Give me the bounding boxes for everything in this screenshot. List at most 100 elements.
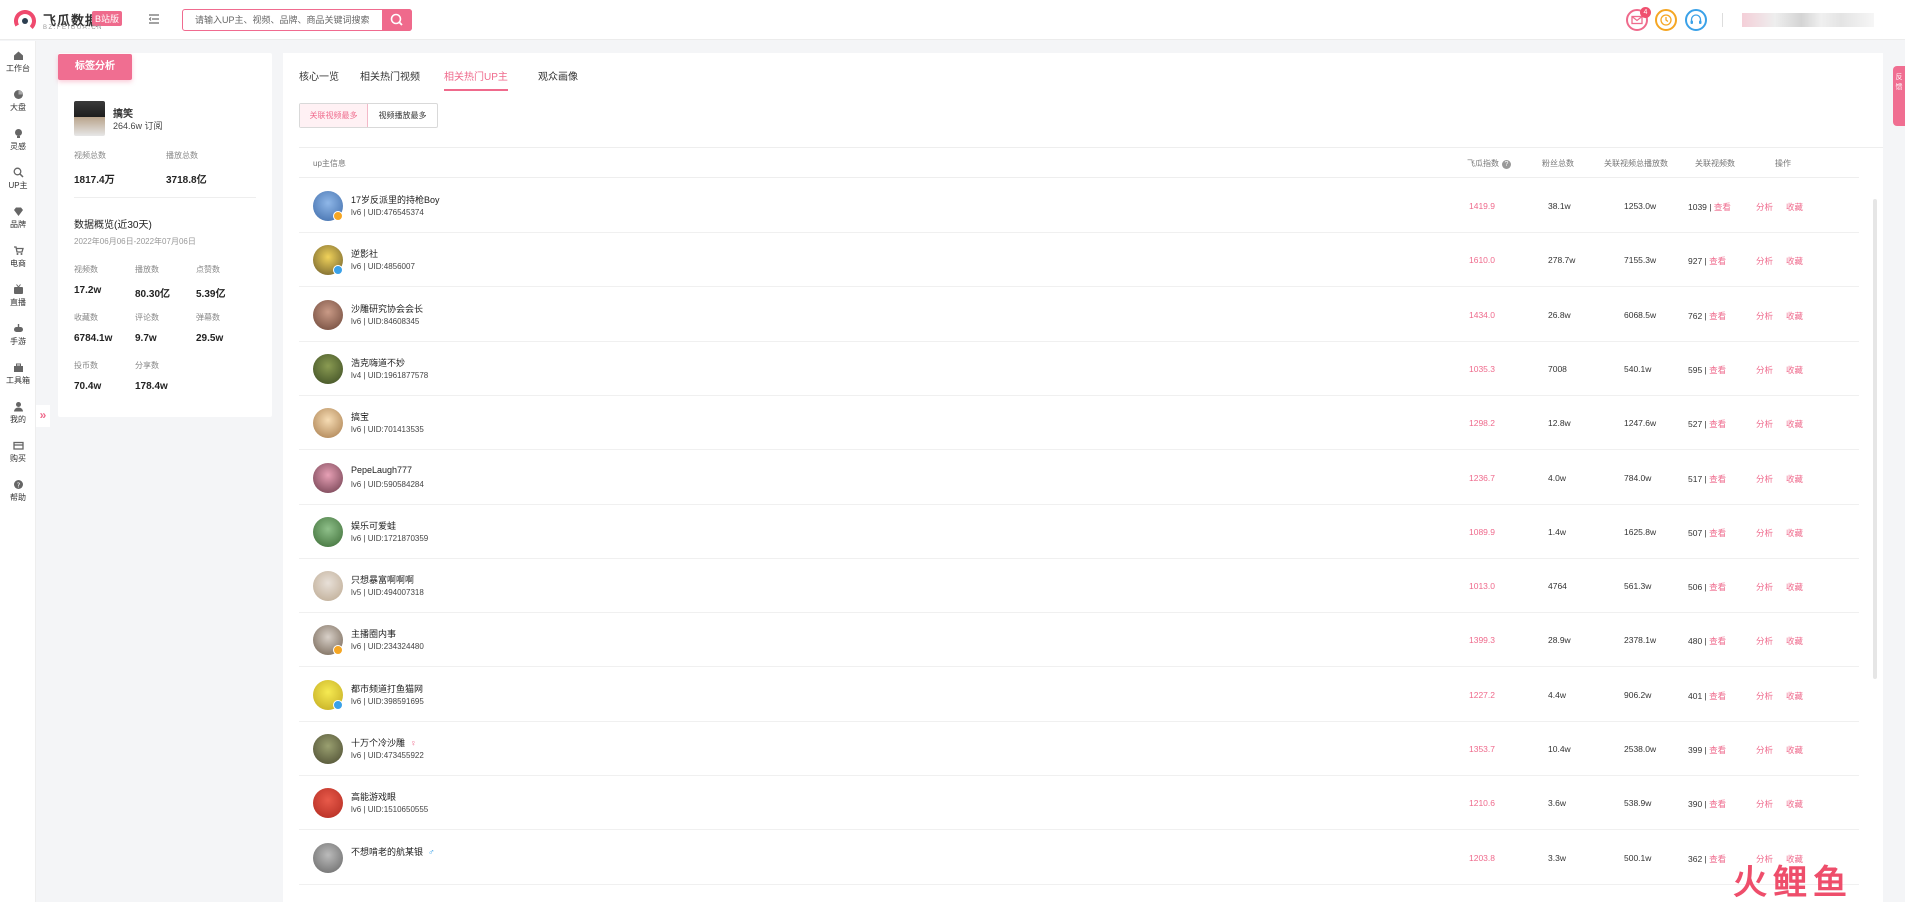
nav-item-mobile-games[interactable]: 手游 (0, 318, 36, 354)
analyze-link[interactable]: 分析 (1756, 581, 1773, 593)
table-row[interactable]: 只想暴富啊啊啊 lv5 | UID:494007318 1013.0 4764 561.… (299, 559, 1859, 614)
table-row[interactable]: 逆影社 lv6 | UID:4856007 1610.0 278.7w 7155.3w 9… (299, 233, 1859, 288)
user-account-blurred[interactable] (1742, 13, 1874, 27)
favorite-link[interactable]: 收藏 (1786, 473, 1803, 485)
feedback-tab[interactable]: 反馈 (1893, 66, 1905, 126)
up-name[interactable]: 逆影社 (351, 247, 378, 260)
favorite-link[interactable]: 收藏 (1786, 255, 1803, 267)
tab-audience[interactable]: 观众画像 (538, 68, 578, 89)
nav-item-ecommerce[interactable]: 电商 (0, 240, 36, 276)
col-score[interactable]: 飞瓜指数? (1467, 158, 1511, 169)
avatar[interactable] (313, 353, 343, 384)
avatar[interactable] (313, 788, 343, 819)
table-row[interactable]: 娱乐可爱蛙 lv6 | UID:1721870359 1089.9 1.4w 1625.… (299, 505, 1859, 559)
message-button[interactable]: 4 (1626, 7, 1651, 31)
analyze-link[interactable]: 分析 (1756, 744, 1773, 756)
analyze-link[interactable]: 分析 (1756, 255, 1773, 267)
up-name[interactable]: 主播圈内事 (351, 627, 396, 640)
table-row[interactable]: 主播圈内事 lv6 | UID:234324480 1399.3 28.9w 2378.… (299, 613, 1859, 668)
favorite-link[interactable]: 收藏 (1786, 798, 1803, 810)
search-input[interactable] (183, 10, 381, 30)
table-row[interactable]: 浩克嗨道不妙 lv4 | UID:1961877578 1035.3 7008 540.… (299, 342, 1859, 396)
up-name[interactable]: 娱乐可爱蛙 (351, 519, 396, 532)
view-link[interactable]: 查看 (1709, 256, 1726, 266)
nav-item-brand[interactable]: 品牌 (0, 201, 36, 237)
view-link[interactable]: 查看 (1709, 799, 1726, 809)
up-name[interactable]: 只想暴富啊啊啊 (351, 573, 414, 586)
avatar[interactable] (313, 734, 343, 764)
history-button[interactable] (1655, 9, 1677, 31)
nav-item-mine[interactable]: 我的 (0, 396, 36, 432)
favorite-link[interactable]: 收藏 (1786, 201, 1803, 213)
analyze-link[interactable]: 分析 (1756, 690, 1773, 702)
favorite-link[interactable]: 收藏 (1786, 690, 1803, 702)
favorite-link[interactable]: 收藏 (1786, 364, 1803, 376)
up-name[interactable]: 沙雕研究协会会长 (351, 302, 423, 315)
view-link[interactable]: 查看 (1709, 745, 1726, 755)
up-name[interactable]: 十万个冷沙雕 ♀ (351, 736, 417, 749)
table-row[interactable]: 17岁反派里的持枪Boy lv6 | UID:476545374 1419.9 38.… (299, 179, 1859, 233)
view-link[interactable]: 查看 (1709, 365, 1726, 375)
favorite-link[interactable]: 收藏 (1786, 581, 1803, 593)
avatar[interactable] (313, 299, 343, 330)
tab-hot-up[interactable]: 相关热门UP主 (444, 68, 508, 91)
tab-hot-videos[interactable]: 相关热门视频 (360, 68, 420, 89)
up-name[interactable]: PepeLaugh777 (351, 465, 412, 475)
nav-item-live[interactable]: 直播 (0, 279, 36, 315)
analyze-link[interactable]: 分析 (1756, 310, 1773, 322)
analyze-link[interactable]: 分析 (1756, 364, 1773, 376)
analyze-link[interactable]: 分析 (1756, 473, 1773, 485)
analyze-link[interactable]: 分析 (1756, 418, 1773, 430)
sort-most-related[interactable]: 关联视频最多 (300, 104, 368, 127)
nav-item-workbench[interactable]: 工作台 (0, 45, 36, 81)
up-name[interactable]: 搞宝 (351, 410, 369, 423)
expand-nav-button[interactable]: » (36, 405, 50, 427)
tag-analysis-button[interactable]: 标签分析 (58, 54, 132, 80)
tab-core-overview[interactable]: 核心一览 (299, 68, 339, 89)
view-link[interactable]: 查看 (1714, 202, 1731, 212)
support-button[interactable] (1685, 9, 1707, 31)
help-icon[interactable]: ? (1502, 160, 1511, 169)
up-name[interactable]: 17岁反派里的持枪Boy (351, 193, 440, 206)
favorite-link[interactable]: 收藏 (1786, 310, 1803, 322)
search-button[interactable] (382, 9, 412, 31)
up-name[interactable]: 高能游戏眼 (351, 790, 396, 803)
table-row[interactable]: 搞宝 lv6 | UID:701413535 1298.2 12.8w 1247.6w 5… (299, 396, 1859, 451)
favorite-link[interactable]: 收藏 (1786, 418, 1803, 430)
analyze-link[interactable]: 分析 (1756, 527, 1773, 539)
avatar[interactable] (313, 842, 343, 873)
sort-most-played[interactable]: 视频播放最多 (368, 104, 437, 127)
favorite-link[interactable]: 收藏 (1786, 527, 1803, 539)
view-link[interactable]: 查看 (1709, 691, 1726, 701)
avatar[interactable] (313, 571, 343, 602)
table-row[interactable]: 沙雕研究协会会长 lv6 | UID:84608345 1434.0 26.8w 606… (299, 288, 1859, 342)
table-row[interactable]: 都市频道打鱼猫网 lv6 | UID:398591695 1227.2 4.4w 906… (299, 668, 1859, 722)
view-link[interactable]: 查看 (1709, 474, 1726, 484)
avatar[interactable] (313, 516, 343, 547)
avatar[interactable] (313, 462, 343, 493)
view-link[interactable]: 查看 (1709, 582, 1726, 592)
view-link[interactable]: 查看 (1709, 419, 1726, 429)
favorite-link[interactable]: 收藏 (1786, 635, 1803, 647)
nav-item-toolbox[interactable]: 工具箱 (0, 357, 36, 393)
up-name[interactable]: 都市频道打鱼猫网 (351, 682, 423, 695)
nav-item-overview[interactable]: 大盘 (0, 84, 36, 120)
analyze-link[interactable]: 分析 (1756, 798, 1773, 810)
logo[interactable]: 飞瓜数据 B站版 BZ.FEIGUA.CN (14, 8, 123, 34)
view-link[interactable]: 查看 (1709, 854, 1726, 864)
up-name[interactable]: 浩克嗨道不妙 (351, 356, 405, 369)
nav-item-purchase[interactable]: 购买 (0, 435, 36, 471)
view-link[interactable]: 查看 (1709, 311, 1726, 321)
view-link[interactable]: 查看 (1709, 636, 1726, 646)
table-row[interactable]: 不想啃老的航某银 ♂ 1203.8 3.3w 500.1w 362 | 查看 分析 收藏 (299, 831, 1859, 885)
analyze-link[interactable]: 分析 (1756, 201, 1773, 213)
table-row[interactable]: 高能游戏眼 lv6 | UID:1510650555 1210.6 3.6w 538.9… (299, 776, 1859, 831)
nav-item-inspiration[interactable]: 灵感 (0, 123, 36, 159)
up-name[interactable]: 不想啃老的航某银 ♂ (351, 845, 435, 858)
analyze-link[interactable]: 分析 (1756, 635, 1773, 647)
nav-item-up[interactable]: UP主 (0, 162, 36, 198)
table-row[interactable]: 十万个冷沙雕 ♀ lv6 | UID:473455922 1353.7 10.4w 253… (299, 722, 1859, 776)
table-row[interactable]: PepeLaugh777 lv6 | UID:590584284 1236.7 4.0… (299, 451, 1859, 505)
scrollbar[interactable] (1873, 199, 1877, 679)
menu-toggle-icon[interactable] (147, 12, 161, 26)
